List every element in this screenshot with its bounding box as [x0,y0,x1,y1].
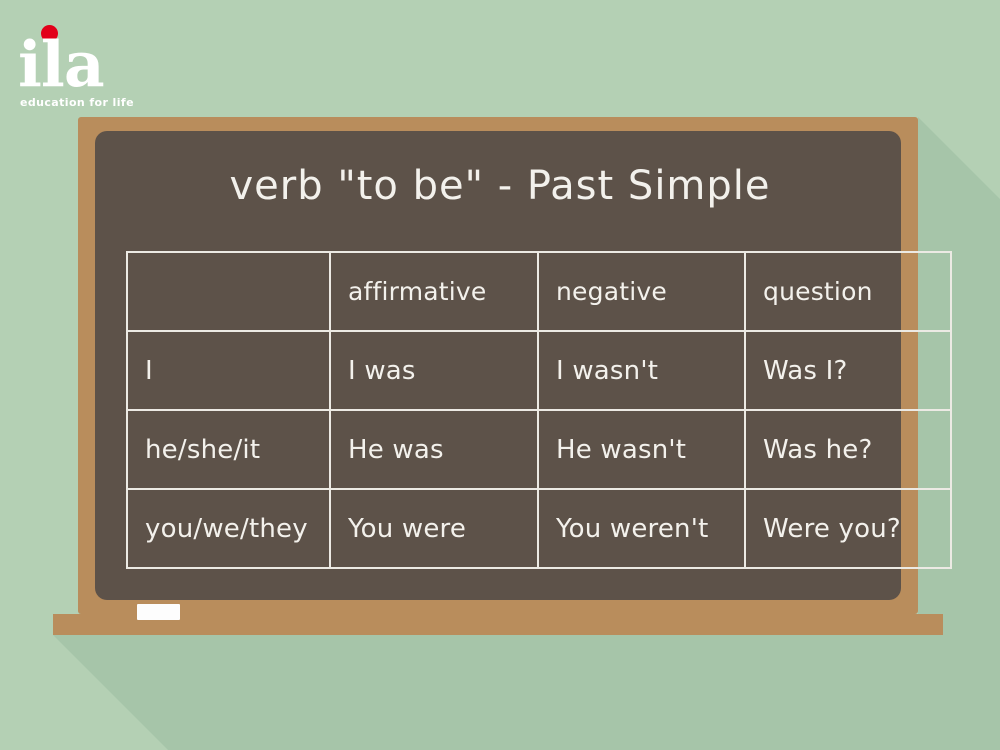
logo-tagline: education for life [20,96,134,109]
cell-subject: he/she/it [126,409,331,490]
cell-subject: I [126,330,331,411]
header-question: question [744,251,952,332]
table-row: I I was I wasn't Was I? [126,330,952,411]
table-header: affirmative negative question [126,251,952,332]
cell-affirmative: He was [329,409,539,490]
chalk-piece-icon [137,604,180,620]
header-subject [126,251,331,332]
cell-negative: You weren't [537,488,746,569]
ledge-shadow [53,635,1000,750]
header-negative: negative [537,251,746,332]
cell-negative: He wasn't [537,409,746,490]
table-row: you/we/they You were You weren't Were yo… [126,488,952,569]
cell-question: Was he? [744,409,952,490]
past-simple-table: affirmative negative question I I was I … [126,251,952,569]
ila-logo: ila education for life [18,18,198,109]
cell-negative: I wasn't [537,330,746,411]
header-affirmative: affirmative [329,251,539,332]
table-body: I I was I wasn't Was I? he/she/it He was… [126,330,952,569]
cell-affirmative: You were [329,488,539,569]
cell-question: Was I? [744,330,952,411]
table-row: he/she/it He was He wasn't Was he? [126,409,952,490]
cell-subject: you/we/they [126,488,331,569]
chalkboard-ledge [53,614,943,635]
cell-question: Were you? [744,488,952,569]
logo-wordmark: ila [18,27,105,101]
cell-affirmative: I was [329,330,539,411]
poster-canvas: ila education for life verb "to be" - Pa… [0,0,1000,750]
table-header-row: affirmative negative question [126,251,952,332]
page-title: verb "to be" - Past Simple [229,163,771,209]
